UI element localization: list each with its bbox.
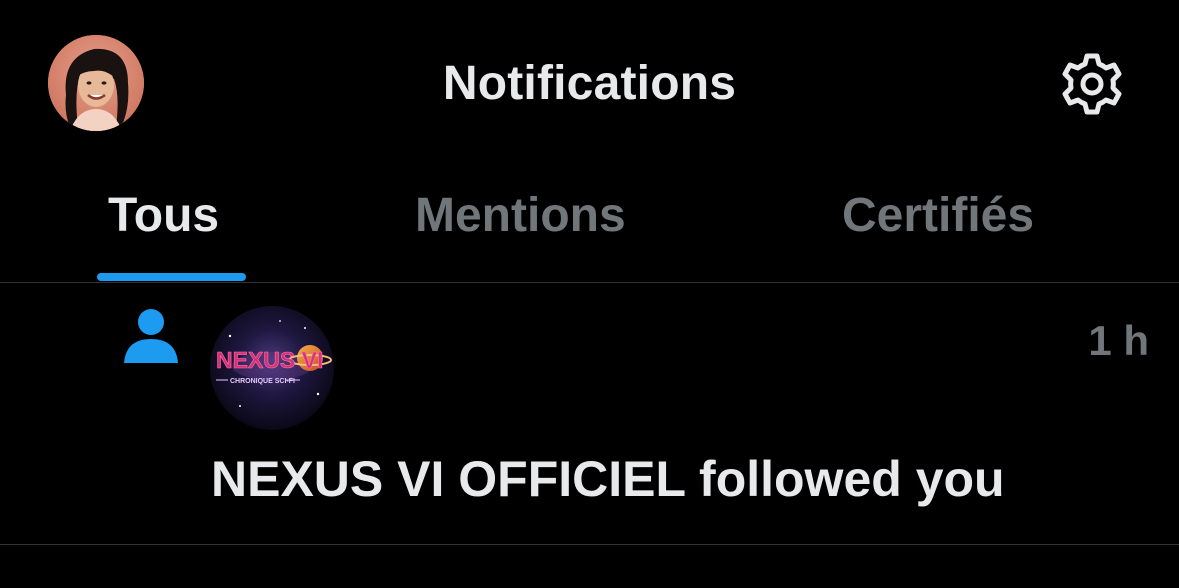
tab-tous[interactable]: Tous bbox=[108, 188, 219, 243]
gear-icon[interactable] bbox=[1058, 50, 1126, 118]
notification-text: NEXUS VI OFFICIEL followed you bbox=[211, 451, 1005, 507]
notification-time: 1 h bbox=[1088, 317, 1149, 364]
tab-mentions[interactable]: Mentions bbox=[415, 188, 626, 243]
top-bar: Notifications bbox=[0, 0, 1179, 170]
active-tab-indicator bbox=[97, 273, 246, 281]
tab-certifies[interactable]: Certifiés bbox=[842, 188, 1034, 243]
notification-divider bbox=[0, 544, 1179, 545]
nexus-logo-icon: NEXUS VI CHRONIQUE SCI-FI bbox=[210, 306, 334, 430]
account-avatar[interactable]: NEXUS VI CHRONIQUE SCI-FI bbox=[210, 306, 334, 430]
person-follow-icon bbox=[124, 309, 178, 363]
page-title: Notifications bbox=[442, 57, 737, 110]
nexus-logo-subtext: CHRONIQUE SCI-FI bbox=[230, 378, 295, 385]
notification-tabs: Tous Mentions Certifiés bbox=[0, 170, 1179, 282]
notification-item[interactable]: NEXUS VI CHRONIQUE SCI-FI 1 h NEXUS VI O… bbox=[0, 283, 1179, 544]
nexus-logo-text: NEXUS VI bbox=[216, 347, 323, 373]
